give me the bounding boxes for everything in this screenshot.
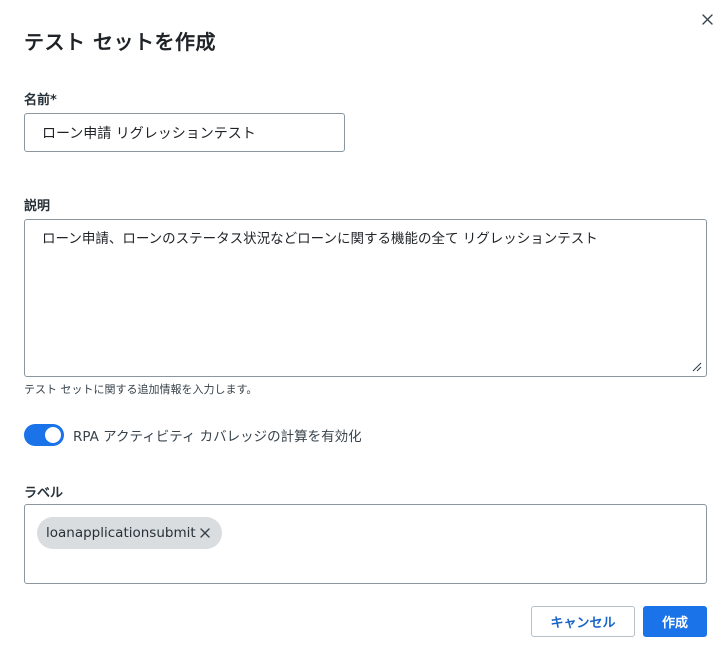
name-label: 名前* [24,93,57,108]
toggle-knob [45,427,61,443]
create-test-set-dialog: テスト セットを作成 名前* 説明 ローン申請、ローンのステータス状況などローン… [0,0,725,650]
label-chip: loanapplicationsubmit [37,517,222,549]
description-helper-text: テスト セットに関する追加情報を入力します。 [24,383,258,396]
rpa-coverage-row: RPA アクティビティ カバレッジの計算を有効化 [24,424,362,446]
close-button[interactable] [697,9,717,29]
cancel-button[interactable]: キャンセル [531,606,635,637]
label-chip-text: loanapplicationsubmit [46,525,196,541]
labels-input[interactable]: loanapplicationsubmit [24,504,707,584]
resize-handle-icon[interactable] [690,360,702,372]
dialog-title: テスト セットを作成 [24,30,216,54]
rpa-coverage-toggle[interactable] [24,424,64,446]
name-input[interactable] [24,113,345,152]
remove-label-button[interactable] [198,526,212,540]
close-icon [701,13,713,25]
close-icon [199,528,210,538]
description-label: 説明 [24,199,51,214]
labels-label: ラベル [24,486,64,501]
rpa-coverage-label: RPA アクティビティ カバレッジの計算を有効化 [73,429,362,445]
create-button[interactable]: 作成 [643,606,707,637]
description-text: ローン申請、ローンのステータス状況などローンに関する機能の全て リグレッションテ… [42,231,598,247]
description-textarea[interactable]: ローン申請、ローンのステータス状況などローンに関する機能の全て リグレッションテ… [24,219,707,377]
